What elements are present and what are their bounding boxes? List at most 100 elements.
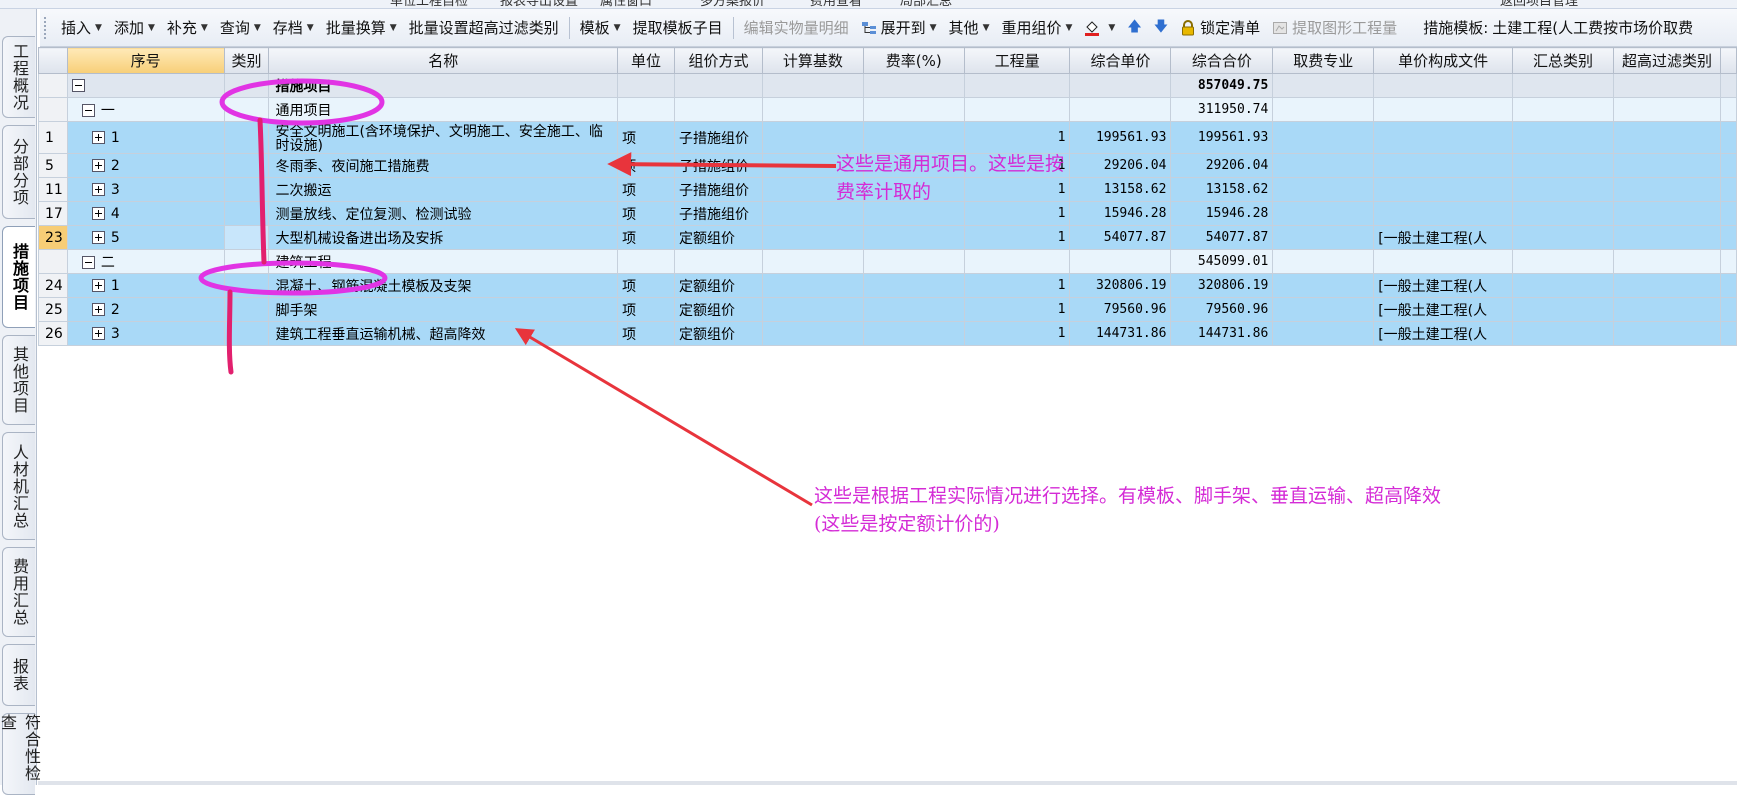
col-header-rownum[interactable] [38, 47, 68, 74]
summary-cell[interactable] [1512, 249, 1614, 274]
tab-other-items[interactable]: 其他项目 [2, 335, 35, 425]
add-button[interactable]: 添加 ▼ [108, 13, 161, 43]
collapse-toggle[interactable] [81, 256, 95, 269]
collapse-toggle[interactable] [71, 79, 85, 92]
method-cell[interactable]: 定额组价 [673, 225, 763, 250]
tab-project-overview[interactable]: 工程概况 [2, 36, 35, 118]
seq-cell[interactable]: 3 [66, 177, 225, 202]
summary-cell[interactable] [1512, 97, 1614, 122]
summary-cell[interactable] [1512, 273, 1614, 298]
other-button[interactable]: 其他 ▼ [943, 13, 996, 43]
unit-price-cell[interactable] [1069, 249, 1172, 274]
name-cell[interactable]: 混凝土、钢筋混凝土模板及支架 [268, 273, 619, 298]
name-cell[interactable]: 措施项目 [268, 73, 619, 98]
fee-cell[interactable] [1272, 297, 1375, 322]
height-filter-cell[interactable] [1613, 153, 1721, 178]
top-strip-item[interactable]: 属性窗口 [600, 0, 652, 8]
top-strip-item[interactable]: 多方案报价 [700, 0, 765, 8]
rate-cell[interactable] [862, 73, 965, 98]
fee-cell[interactable] [1272, 121, 1375, 154]
base-cell[interactable] [761, 97, 864, 122]
edit-quantity-detail-button[interactable]: 编辑实物量明细 [738, 13, 855, 43]
tab-measure-items[interactable]: 措施项目 [2, 226, 35, 328]
query-button[interactable]: 查询 ▼ [214, 13, 267, 43]
method-cell[interactable]: 子措施组价 [673, 201, 763, 226]
row-number[interactable]: 17 [38, 201, 68, 226]
unit-price-cell[interactable]: 79560.96 [1069, 297, 1172, 322]
name-cell[interactable]: 安全文明施工(含环境保护、文明施工、安全施工、临时设施) [268, 121, 619, 154]
category-cell[interactable] [223, 321, 270, 346]
col-header-seq[interactable]: 序号 [66, 47, 225, 74]
col-header-pricing-method[interactable]: 组价方式 [673, 47, 763, 74]
rate-cell[interactable] [862, 121, 965, 154]
seq-cell[interactable]: 二 [66, 249, 225, 274]
top-strip-item[interactable]: 返回项目管理 [1500, 0, 1578, 8]
reuse-pricing-button[interactable]: 重用组价 ▼ [995, 13, 1078, 43]
price-file-cell[interactable] [1373, 177, 1514, 202]
method-cell[interactable]: 子措施组价 [673, 121, 763, 154]
rate-cell[interactable] [862, 273, 965, 298]
height-filter-cell[interactable] [1613, 249, 1721, 274]
category-cell[interactable] [223, 249, 270, 274]
unit-cell[interactable]: 项 [617, 121, 675, 154]
table-row[interactable]: 24 1 混凝土、钢筋混凝土模板及支架 项 定额组价 1 320806.19 3… [38, 273, 1737, 298]
expand-to-button[interactable]: 展开到 ▼ [855, 13, 943, 43]
unit-cell[interactable]: 项 [617, 177, 675, 202]
total-price-cell[interactable]: 54077.87 [1170, 225, 1274, 250]
expand-toggle[interactable] [91, 327, 105, 340]
category-cell[interactable] [223, 201, 270, 226]
table-row[interactable]: 1 1 安全文明施工(含环境保护、文明施工、安全施工、临时设施) 项 子措施组价… [38, 121, 1737, 154]
expand-toggle[interactable] [91, 183, 105, 196]
table-row[interactable]: 一 通用项目 311950.74 [38, 97, 1737, 122]
method-cell[interactable] [673, 249, 763, 274]
unit-cell[interactable]: 项 [617, 153, 675, 178]
unit-cell[interactable] [617, 73, 675, 98]
rate-cell[interactable] [862, 321, 965, 346]
unit-price-cell[interactable]: 13158.62 [1069, 177, 1172, 202]
method-cell[interactable]: 定额组价 [673, 321, 763, 346]
col-header-rate[interactable]: 费率(%) [862, 47, 965, 74]
expand-toggle[interactable] [91, 279, 105, 292]
height-filter-cell[interactable] [1613, 297, 1721, 322]
unit-cell[interactable]: 项 [617, 273, 675, 298]
qty-cell[interactable]: 1 [963, 321, 1071, 346]
row-number[interactable] [38, 97, 68, 122]
top-strip-item[interactable]: 局部汇总 [900, 0, 952, 8]
summary-cell[interactable] [1512, 321, 1614, 346]
total-price-cell[interactable]: 320806.19 [1170, 273, 1274, 298]
base-cell[interactable] [761, 225, 864, 250]
price-file-cell[interactable]: [一般土建工程(人 [1373, 225, 1514, 250]
tab-division-items[interactable]: 分部分项 [2, 125, 35, 219]
method-cell[interactable]: 定额组价 [673, 273, 763, 298]
row-number[interactable] [38, 73, 68, 98]
rate-cell[interactable] [862, 249, 965, 274]
table-row[interactable]: 25 2 脚手架 项 定额组价 1 79560.96 79560.96 [一般土… [38, 297, 1737, 322]
batch-convert-button[interactable]: 批量换算 ▼ [320, 13, 403, 43]
tab-labor-material-summary[interactable]: 人材机汇总 [2, 432, 35, 540]
unit-price-cell[interactable]: 320806.19 [1069, 273, 1172, 298]
total-price-cell[interactable]: 545099.01 [1170, 249, 1274, 274]
price-file-cell[interactable]: [一般土建工程(人 [1373, 321, 1514, 346]
name-cell[interactable]: 测量放线、定位复测、检测试验 [268, 201, 619, 226]
total-price-cell[interactable]: 199561.93 [1170, 121, 1274, 154]
method-cell[interactable] [673, 97, 763, 122]
category-cell[interactable] [223, 177, 270, 202]
top-strip-item[interactable]: 报表导出设置 [500, 0, 578, 8]
fee-cell[interactable] [1272, 73, 1375, 98]
height-filter-cell[interactable] [1613, 225, 1721, 250]
col-header-quantity[interactable]: 工程量 [963, 47, 1071, 74]
fee-cell[interactable] [1272, 249, 1375, 274]
unit-price-cell[interactable]: 15946.28 [1069, 201, 1172, 226]
summary-cell[interactable] [1512, 73, 1614, 98]
batch-height-filter-button[interactable]: 批量设置超高过滤类别 [403, 13, 565, 43]
price-file-cell[interactable]: [一般土建工程(人 [1373, 297, 1514, 322]
price-file-cell[interactable] [1373, 121, 1514, 154]
unit-price-cell[interactable]: 144731.86 [1069, 321, 1172, 346]
row-number[interactable]: 24 [38, 273, 68, 298]
extract-template-button[interactable]: 提取模板子目 [627, 13, 729, 43]
unit-price-cell[interactable]: 54077.87 [1069, 225, 1172, 250]
total-price-cell[interactable]: 29206.04 [1170, 153, 1274, 178]
summary-cell[interactable] [1512, 201, 1614, 226]
price-file-cell[interactable] [1373, 249, 1514, 274]
seq-cell[interactable] [66, 73, 225, 98]
